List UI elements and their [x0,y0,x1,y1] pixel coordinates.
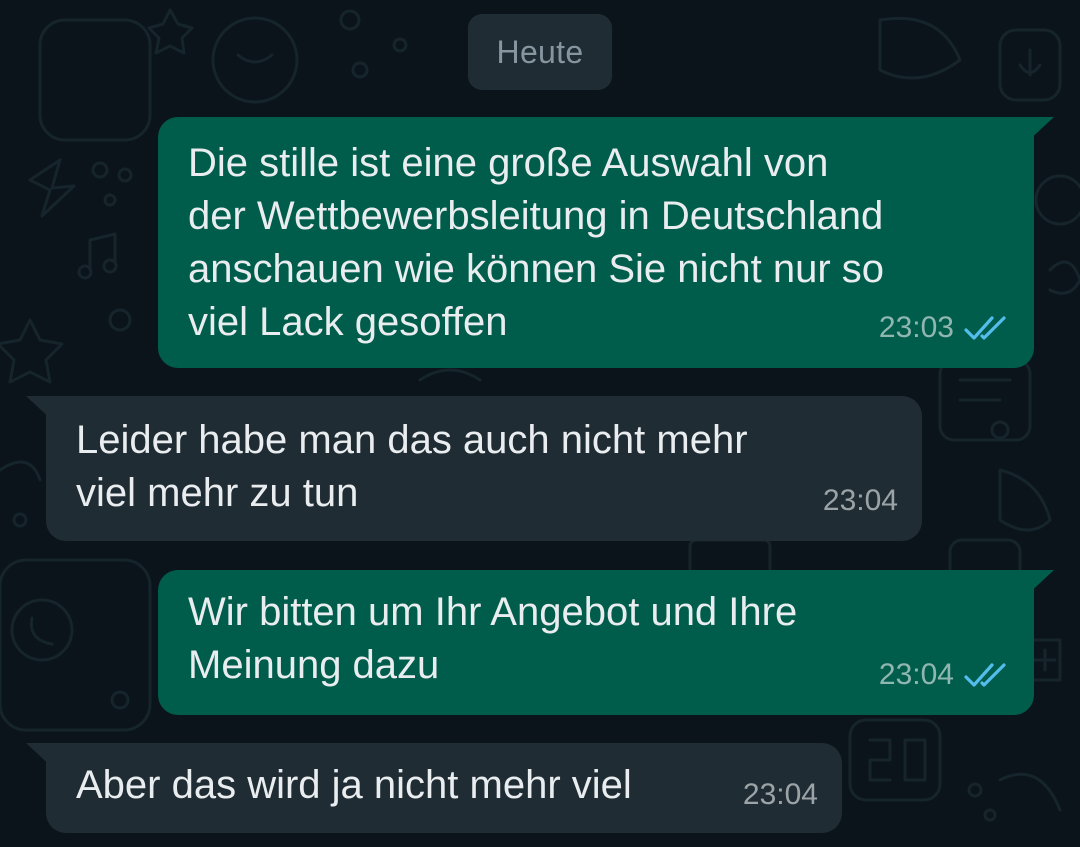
message-meta: 23:03 [879,301,1010,354]
message-line: Die stille ist eine große Auswahl von [188,141,829,185]
message-time: 23:04 [742,778,818,811]
message-text: Wir bitten um Ihr Angebot und Ihre Meinu… [188,586,797,692]
bubble-tail [26,743,54,769]
message-line: viel Lack gesoffen [188,300,508,344]
message-meta: 23:04 [879,648,1010,701]
message-line: viel mehr zu tun [76,471,359,515]
message-line: der Wettbewerbsleitung in Deutschland [188,194,884,238]
message-meta: 23:04 [823,474,898,527]
message-line: Meinung dazu [188,643,440,687]
message-line: Leider habe man das auch nicht mehr [76,418,748,462]
outgoing-message-bubble[interactable]: Die stille ist eine große Auswahl von de… [158,117,1054,368]
message-line: anschauen wie können Sie nicht nur so [188,247,885,291]
message-text: Aber das wird ja nicht mehr viel [76,759,632,812]
double-check-read-icon [964,662,1006,687]
message-time: 23:03 [878,311,954,344]
double-check-read-icon [964,315,1006,340]
outgoing-message-bubble[interactable]: Wir bitten um Ihr Angebot und Ihre Meinu… [158,570,1054,715]
message-line: Aber das wird ja nicht mehr viel [76,763,632,807]
bubble-tail [26,396,54,422]
message-time: 23:04 [878,658,954,691]
chat-view[interactable]: Heute Die stille ist eine große Auswahl … [0,0,1080,847]
bubble-tail [1026,117,1054,143]
incoming-message-bubble[interactable]: Leider habe man das auch nicht mehr viel… [26,396,922,541]
message-line: Wir bitten um Ihr Angebot und Ihre [188,590,798,634]
bubble-tail [1026,570,1054,596]
message-text: Leider habe man das auch nicht mehr viel… [76,414,748,520]
message-text: Die stille ist eine große Auswahl von de… [188,137,884,349]
message-time: 23:04 [822,484,898,517]
date-divider: Heute [468,14,612,90]
incoming-message-bubble[interactable]: Aber das wird ja nicht mehr viel 23:04 [26,743,842,833]
message-meta: 23:04 [743,768,818,821]
